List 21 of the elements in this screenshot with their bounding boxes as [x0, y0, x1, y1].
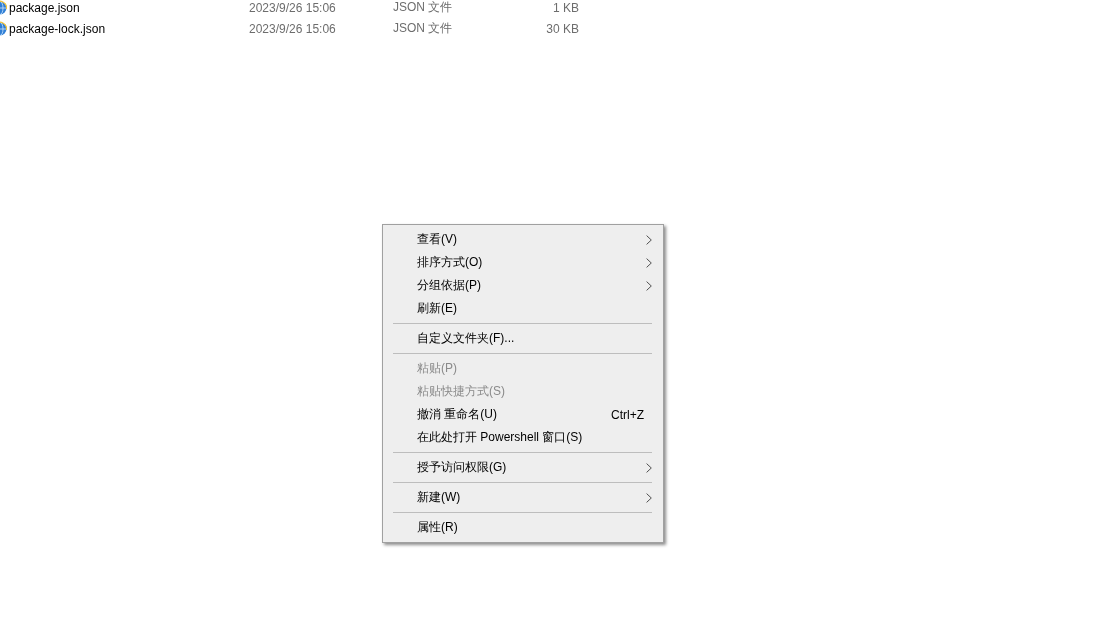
- menu-item[interactable]: 查看(V): [385, 228, 661, 251]
- file-date: 2023/9/26 15:06: [249, 0, 336, 15]
- file-name[interactable]: package-lock.json: [9, 21, 106, 36]
- menu-item[interactable]: 撤消 重命名(U) Ctrl+Z: [385, 403, 661, 426]
- menu-item[interactable]: 属性(R): [385, 516, 661, 539]
- file-type: JSON 文件: [393, 0, 453, 16]
- file-size: 1 KB: [553, 0, 579, 15]
- file-size: 30 KB: [546, 21, 579, 36]
- file-name[interactable]: package.json: [9, 0, 80, 15]
- shortcut-text: Ctrl+Z: [611, 407, 644, 422]
- menu-item[interactable]: 排序方式(O): [385, 251, 661, 274]
- menu-item[interactable]: 新建(W): [385, 486, 661, 509]
- menu-item[interactable]: 分组依据(P): [385, 274, 661, 297]
- menu-item[interactable]: 授予访问权限(G): [385, 456, 661, 479]
- globe-icon: [0, 0, 7, 16]
- file-date: 2023/9/26 15:06: [249, 21, 336, 36]
- file-type: JSON 文件: [393, 20, 453, 37]
- menu-item[interactable]: 自定义文件夹(F)...: [385, 327, 661, 350]
- menu-item[interactable]: 刷新(E): [385, 297, 661, 320]
- globe-icon: [0, 20, 7, 37]
- menu-item[interactable]: 在此处打开 Powershell 窗口(S): [385, 426, 661, 449]
